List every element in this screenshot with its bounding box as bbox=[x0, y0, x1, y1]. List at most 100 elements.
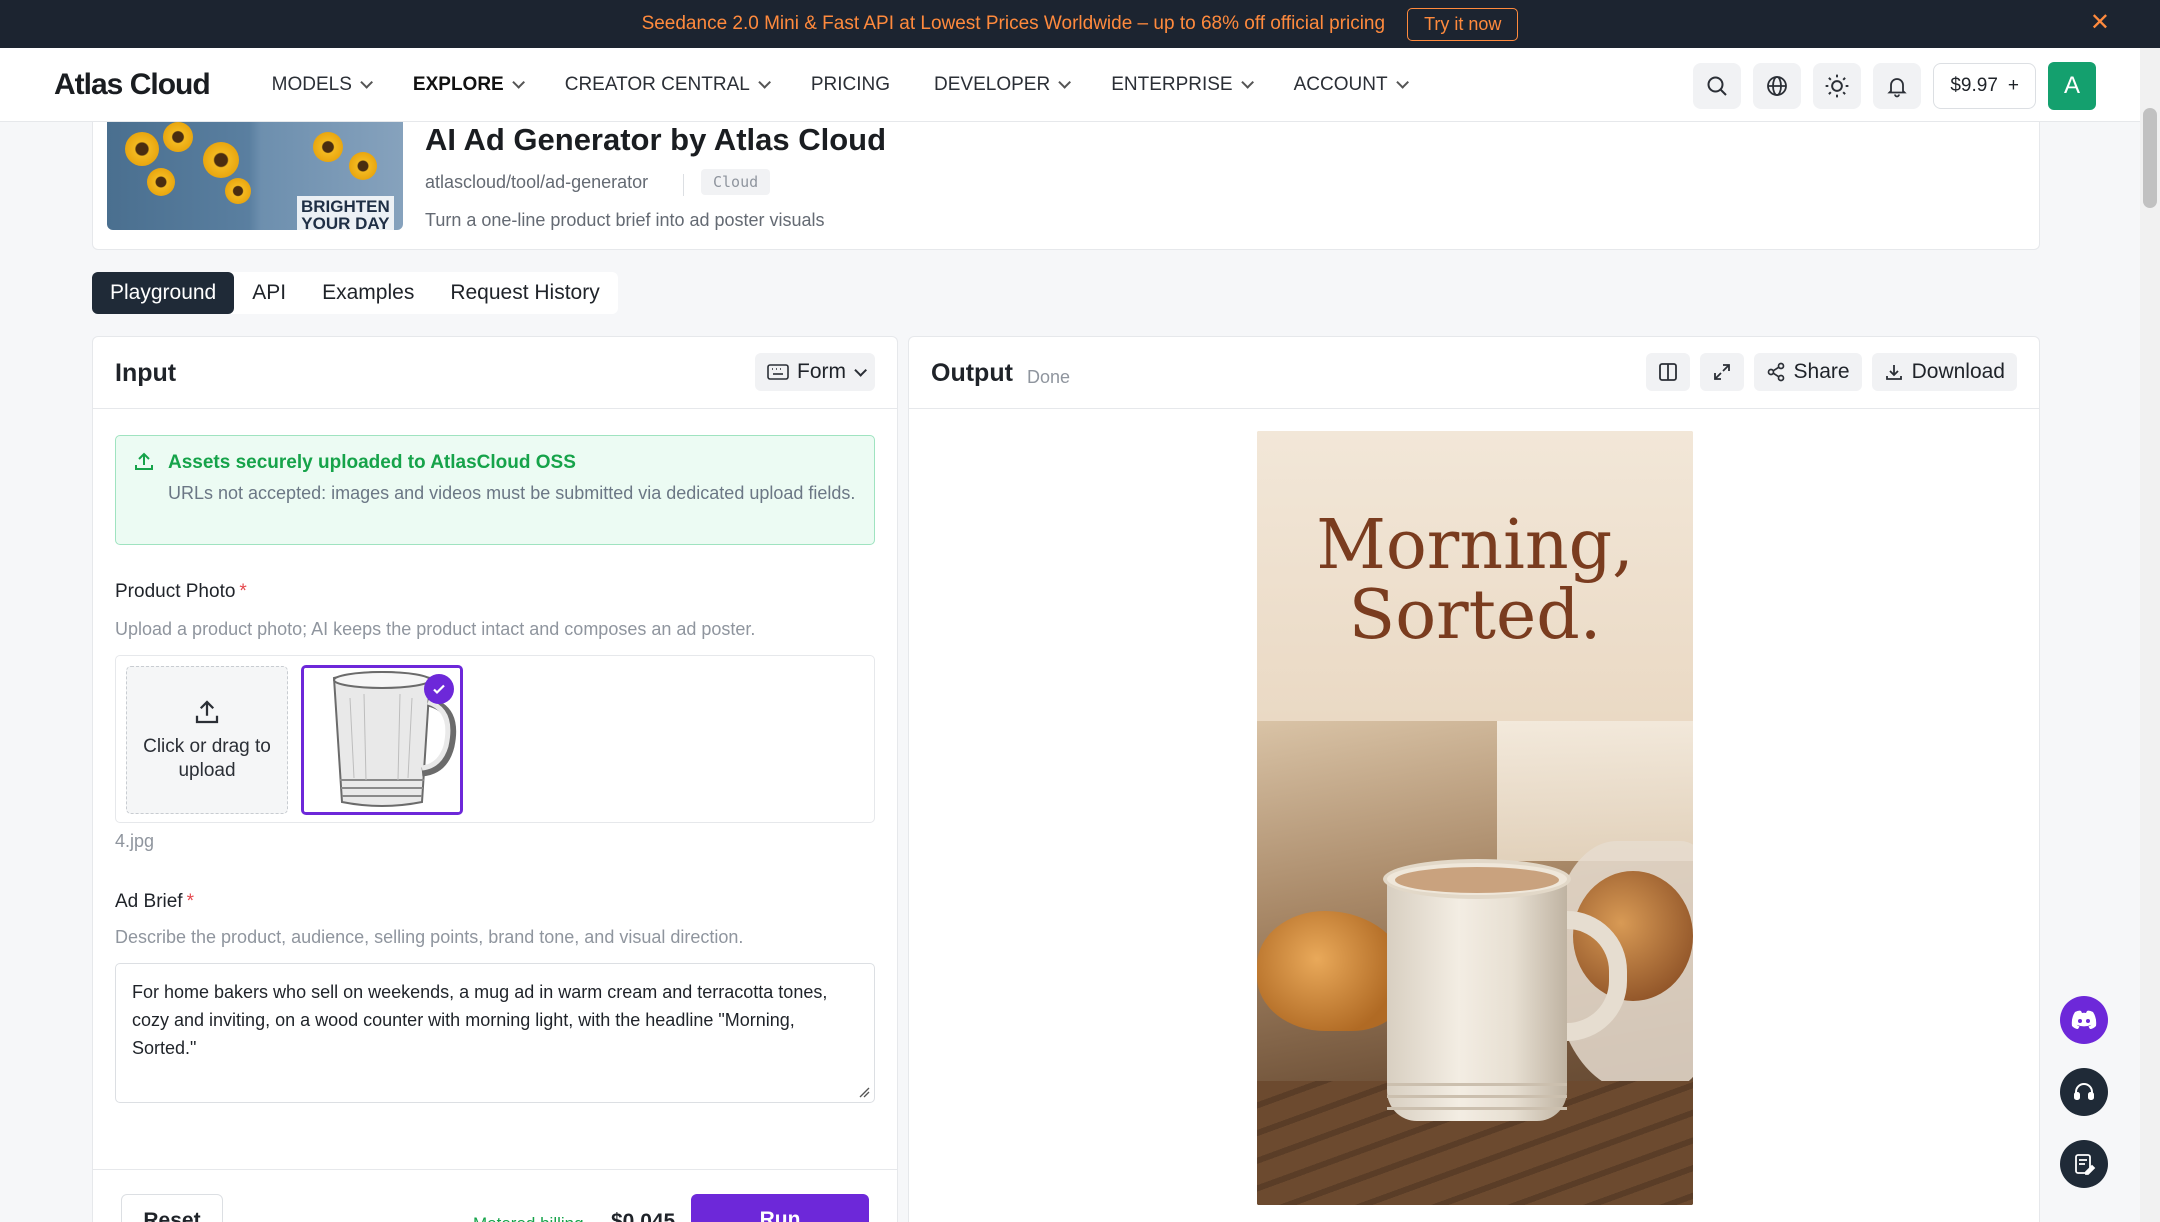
support-button[interactable] bbox=[2060, 1068, 2108, 1116]
nav-item-account[interactable]: ACCOUNT bbox=[1294, 74, 1409, 96]
chevron-down-icon bbox=[1395, 76, 1409, 89]
compare-view-button[interactable] bbox=[1645, 353, 1690, 391]
tab-playground[interactable]: Playground bbox=[92, 272, 235, 314]
ad-brief-label: Ad Brief * bbox=[115, 891, 194, 912]
generated-poster-image[interactable]: Morning, Sorted. bbox=[1257, 431, 1693, 1205]
poster-headline: Morning, Sorted. bbox=[1316, 506, 1634, 655]
upload-dropzone[interactable]: Click or drag to upload bbox=[126, 666, 288, 814]
model-path: atlascloud/tool/ad-generator bbox=[425, 172, 649, 192]
close-icon[interactable]: ✕ bbox=[2090, 11, 2110, 35]
split-view-icon bbox=[1658, 363, 1677, 381]
nav-item-pricing[interactable]: PRICING bbox=[811, 74, 890, 96]
form-mode-select[interactable]: Form bbox=[755, 353, 875, 391]
product-photo-hint: Upload a product photo; AI keeps the pro… bbox=[115, 619, 756, 639]
discord-button[interactable] bbox=[2060, 996, 2108, 1044]
nav-item-creator-central[interactable]: CREATOR CENTRAL bbox=[565, 74, 771, 96]
chevron-down-icon bbox=[360, 76, 373, 89]
model-description: Turn a one-line product brief into ad po… bbox=[425, 210, 825, 230]
keyboard-icon bbox=[767, 364, 789, 380]
output-panel-header: Output Done Share Download bbox=[909, 337, 2039, 409]
uploaded-image-thumbnail[interactable] bbox=[301, 665, 463, 815]
selected-check-icon bbox=[424, 674, 454, 704]
promo-text: Seedance 2.0 Mini & Fast API at Lowest P… bbox=[641, 13, 1386, 34]
output-toolbar: Share Download bbox=[1645, 353, 2017, 391]
theme-toggle[interactable] bbox=[1813, 63, 1862, 109]
page-title: AI Ad Generator by Atlas Cloud bbox=[425, 122, 887, 157]
upload-text: Click or drag to upload bbox=[143, 736, 271, 781]
upload-icon bbox=[195, 700, 219, 724]
nav-item-enterprise[interactable]: ENTERPRISE bbox=[1111, 74, 1254, 96]
poster-header: Morning, Sorted. bbox=[1257, 431, 1693, 721]
input-title: Input bbox=[115, 359, 177, 387]
tab-api[interactable]: API bbox=[234, 272, 304, 314]
chevron-down-icon bbox=[511, 76, 525, 89]
billing-label: Metered billing bbox=[473, 1214, 584, 1222]
output-status: Done bbox=[1027, 367, 1071, 387]
action-bar: Reset Metered billing $0.045 Run bbox=[93, 1169, 897, 1222]
run-button[interactable]: Run bbox=[691, 1194, 869, 1222]
required-mark: * bbox=[186, 891, 194, 912]
output-title: Output bbox=[931, 359, 1013, 387]
feedback-button[interactable] bbox=[2060, 1140, 2108, 1188]
thumbnail-caption: BRIGHTEN YOUR DAY bbox=[297, 196, 394, 230]
fullscreen-button[interactable] bbox=[1699, 353, 1744, 391]
share-button[interactable]: Share bbox=[1753, 353, 1862, 391]
ad-brief-value: For home bakers who sell on weekends, a … bbox=[132, 982, 828, 1058]
promo-cta-button[interactable]: Try it now bbox=[1407, 7, 1519, 41]
nav-actions: $9.97 + A bbox=[1693, 62, 2096, 110]
input-panel-header: Input Form bbox=[93, 337, 897, 409]
required-mark: * bbox=[239, 581, 247, 602]
notes-icon bbox=[2075, 1154, 2096, 1175]
download-button[interactable]: Download bbox=[1871, 353, 2017, 391]
avatar[interactable]: A bbox=[2048, 62, 2096, 110]
notifications-button[interactable] bbox=[1873, 63, 1922, 109]
ad-brief-hint: Describe the product, audience, selling … bbox=[115, 927, 744, 947]
reset-button[interactable]: Reset bbox=[121, 1194, 223, 1222]
headset-icon bbox=[2074, 1083, 2094, 1100]
page: Seedance 2.0 Mini & Fast API at Lowest P… bbox=[0, 0, 2160, 1222]
tab-request-history[interactable]: Request History bbox=[432, 272, 617, 314]
discord-icon bbox=[2071, 1010, 2097, 1029]
tab-bar: Playground API Examples Request History bbox=[92, 272, 618, 314]
resize-handle-icon[interactable] bbox=[858, 1086, 870, 1098]
nav-item-explore[interactable]: EXPLORE bbox=[413, 74, 525, 96]
nav-item-models[interactable]: MODELS bbox=[272, 74, 373, 96]
search-icon bbox=[1707, 76, 1728, 96]
upload-icon bbox=[135, 452, 153, 470]
ad-brief-textarea[interactable]: For home bakers who sell on weekends, a … bbox=[115, 963, 875, 1103]
download-label: Download bbox=[1911, 360, 2005, 383]
expand-icon bbox=[1713, 364, 1730, 380]
output-panel: Output Done Share Download Morning, Sort… bbox=[908, 336, 2040, 1222]
bell-icon bbox=[1887, 78, 1908, 98]
share-icon bbox=[1767, 362, 1784, 382]
scrollbar-thumb[interactable] bbox=[2143, 108, 2157, 208]
page-scrollbar[interactable] bbox=[2140, 48, 2160, 1222]
nav-item-developer[interactable]: DEVELOPER bbox=[934, 74, 1072, 96]
chevron-down-icon bbox=[1058, 76, 1072, 89]
notice-body: URLs not accepted: images and videos mus… bbox=[168, 483, 856, 503]
model-tag: Cloud bbox=[701, 169, 771, 195]
notice-title: Assets securely uploaded to AtlasCloud O… bbox=[168, 452, 576, 473]
share-label: Share bbox=[1793, 360, 1850, 383]
search-button[interactable] bbox=[1693, 63, 1742, 109]
model-thumbnail: BRIGHTEN YOUR DAY bbox=[107, 122, 403, 230]
promo-banner: Seedance 2.0 Mini & Fast API at Lowest P… bbox=[0, 0, 2160, 48]
globe-icon bbox=[1767, 76, 1788, 96]
product-photo-upload: Click or drag to upload bbox=[115, 655, 875, 823]
balance-amount: $9.97 bbox=[1950, 75, 1998, 96]
price-label: $0.045 bbox=[611, 1210, 676, 1222]
plus-icon: + bbox=[2007, 75, 2019, 96]
sun-icon bbox=[1825, 74, 1849, 98]
file-name: 4.jpg bbox=[115, 831, 155, 851]
logo[interactable]: Atlas Cloud bbox=[54, 68, 211, 102]
language-button[interactable] bbox=[1753, 63, 1802, 109]
model-header: BRIGHTEN YOUR DAY AI Ad Generator by Atla… bbox=[92, 122, 2040, 250]
chevron-down-icon bbox=[854, 363, 867, 377]
chevron-down-icon bbox=[1240, 76, 1254, 89]
poster-photo bbox=[1257, 721, 1693, 1205]
divider bbox=[683, 174, 684, 196]
nav-menu: MODELS EXPLORE CREATOR CENTRAL PRICING D… bbox=[272, 74, 1449, 96]
input-panel: Input Form Assets securely uploaded to A… bbox=[92, 336, 898, 1222]
tab-examples[interactable]: Examples bbox=[304, 272, 432, 314]
balance-button[interactable]: $9.97 + bbox=[1933, 63, 2036, 109]
